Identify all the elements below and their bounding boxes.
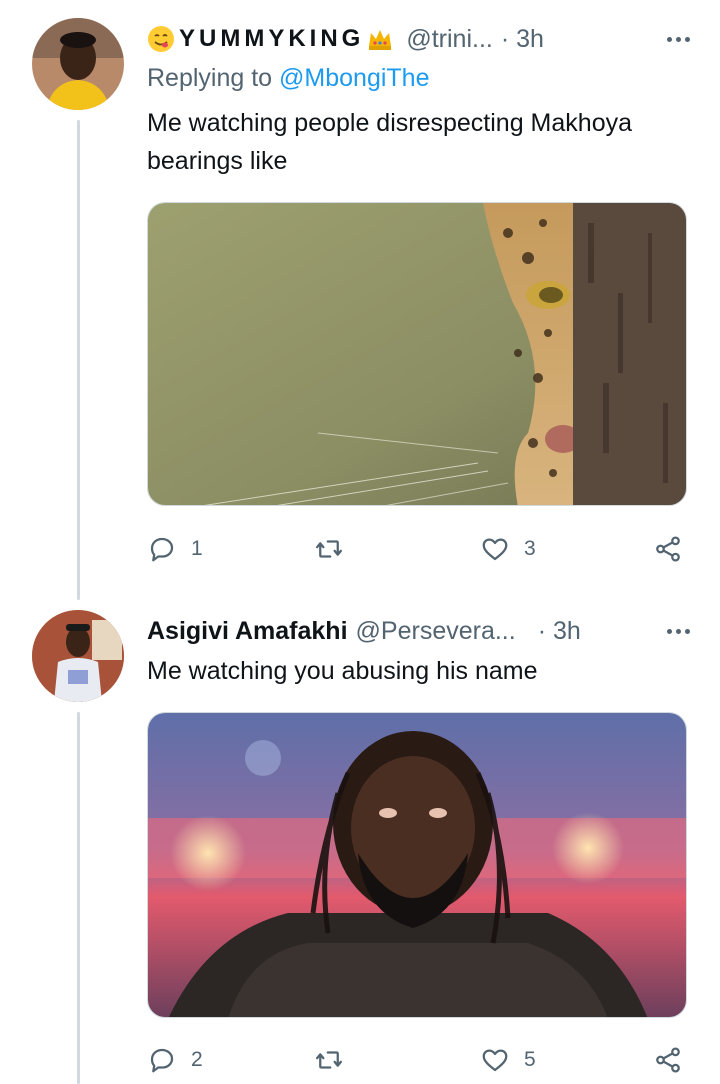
retweet-button[interactable] <box>314 1040 358 1080</box>
tweet-header: Asigivi Amafakhi @Persevera... · 3h <box>147 612 696 650</box>
tweet-header: YUMMYKING @trini... · 3h <box>147 20 696 58</box>
share-icon <box>656 536 680 562</box>
tweet-text: Me watching you abusing his name <box>147 657 538 685</box>
more-dots-icon[interactable] <box>667 20 690 58</box>
reply-button[interactable]: 2 <box>147 1040 203 1080</box>
like-button[interactable]: 5 <box>480 1040 536 1080</box>
retweet-icon <box>316 1051 342 1069</box>
tweet-text: Me watching people disrespecting Makhoya… <box>147 109 632 175</box>
tweet-actions: 1 3 <box>147 529 687 569</box>
share-button[interactable] <box>653 1040 683 1080</box>
display-name[interactable]: YUMMYKING <box>179 25 364 53</box>
display-name[interactable]: Asigivi Amafakhi <box>147 617 348 646</box>
heart-icon <box>482 1049 508 1072</box>
retweet-icon <box>316 540 342 558</box>
tweet[interactable]: YUMMYKING @trini... · 3h Replying to @Mb… <box>0 0 720 600</box>
handle[interactable]: @trini... <box>406 25 493 54</box>
tweet-media-image[interactable] <box>147 712 687 1018</box>
crown-icon <box>366 25 394 53</box>
share-button[interactable] <box>653 529 683 569</box>
avatar[interactable] <box>32 610 124 702</box>
share-icon <box>656 1047 680 1073</box>
replying-to-prefix: Replying to <box>147 64 273 92</box>
more-dots-icon[interactable] <box>667 612 690 650</box>
tweet-media-image[interactable] <box>147 202 687 506</box>
like-button[interactable]: 3 <box>480 529 536 569</box>
speech-bubble-icon <box>150 1048 174 1073</box>
speech-bubble-icon <box>150 537 174 562</box>
avatar[interactable] <box>32 18 124 110</box>
reply-count: 2 <box>191 1048 203 1071</box>
reply-button[interactable]: 1 <box>147 529 203 569</box>
handle[interactable]: @Persevera... <box>356 617 516 646</box>
mention-link[interactable]: @MbongiThe <box>279 64 429 92</box>
tweet[interactable]: Asigivi Amafakhi @Persevera... · 3h Me w… <box>0 600 720 1084</box>
heart-icon <box>482 538 508 561</box>
retweet-button[interactable] <box>314 529 358 569</box>
timestamp[interactable]: · 3h <box>538 617 581 646</box>
yum-face-icon <box>147 25 175 53</box>
like-count: 5 <box>524 1048 536 1071</box>
timestamp[interactable]: · 3h <box>501 25 544 54</box>
like-count: 3 <box>524 537 536 560</box>
tweet-actions: 2 5 <box>147 1040 687 1080</box>
replying-to: Replying to @MbongiThe <box>147 64 429 93</box>
reply-count: 1 <box>191 537 203 560</box>
